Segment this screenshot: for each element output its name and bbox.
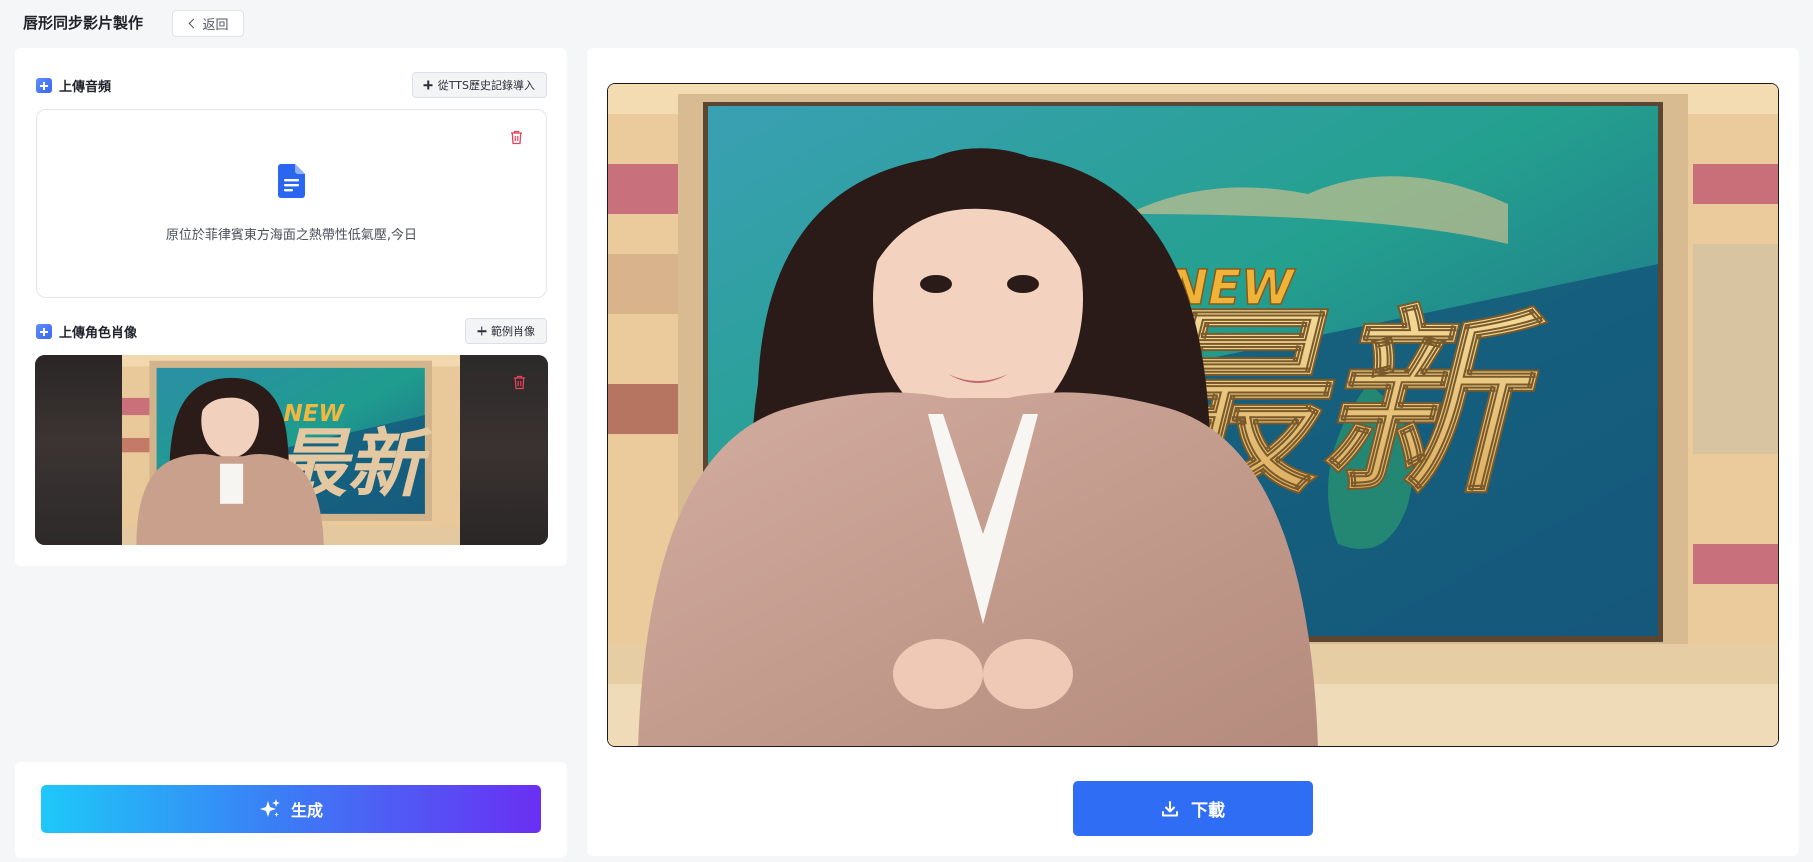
sparkles-icon xyxy=(259,799,280,817)
import-from-tts-button[interactable]: 從TTS歷史記錄導入 xyxy=(411,72,547,98)
download-button-label: 下載 xyxy=(1191,801,1225,821)
plus-icon xyxy=(477,327,486,336)
portrait-blur-right xyxy=(460,355,548,545)
portrait-upload-card[interactable]: NEW 最新 xyxy=(35,355,548,545)
audio-section-header: 上傳音頻 從TTS歷史記錄導入 xyxy=(36,72,547,98)
sample-portrait-label: 範例肖像 xyxy=(491,325,535,338)
portrait-thumbnail: NEW 最新 xyxy=(122,355,460,545)
generate-panel: 生成 xyxy=(15,762,567,858)
sample-portrait-button[interactable]: 範例肖像 xyxy=(465,318,547,344)
download-icon xyxy=(1162,800,1178,816)
generate-button-label: 生成 xyxy=(290,801,323,820)
delete-portrait-icon[interactable] xyxy=(513,375,526,390)
chevron-left-icon xyxy=(189,18,199,29)
back-button[interactable]: 返回 xyxy=(172,10,244,37)
audio-upload-card[interactable]: 原位於菲律賓東方海面之熱帶性低氣壓,今日 xyxy=(36,109,547,298)
delete-audio-icon[interactable] xyxy=(510,130,523,145)
preview-frame: NEW 最新 xyxy=(608,84,1778,746)
video-preview[interactable]: NEW 最新 xyxy=(607,83,1779,747)
top-bar: 唇形同步影片製作 返回 xyxy=(0,0,1813,46)
generate-button[interactable]: 生成 xyxy=(41,785,541,833)
download-button[interactable]: 下載 xyxy=(1073,781,1313,836)
add-square-icon xyxy=(36,324,52,339)
import-from-tts-label: 從TTS歷史記錄導入 xyxy=(437,79,535,92)
portrait-blur-left xyxy=(35,355,122,545)
upload-panel: 上傳音頻 從TTS歷史記錄導入 原位於菲律賓東方海面之熱帶性低氣壓,今日 上傳角… xyxy=(15,48,567,566)
audio-file-text: 原位於菲律賓東方海面之熱帶性低氣壓,今日 xyxy=(165,228,418,243)
portrait-section-header: 上傳角色肖像 範例肖像 xyxy=(36,318,547,344)
document-icon xyxy=(278,164,305,198)
back-button-label: 返回 xyxy=(202,18,229,33)
audio-section-title: 上傳音頻 xyxy=(59,80,112,95)
page-title: 唇形同步影片製作 xyxy=(23,14,144,32)
plus-icon xyxy=(424,81,433,90)
portrait-section-title: 上傳角色肖像 xyxy=(59,326,138,341)
preview-panel: NEW 最新 下載 xyxy=(587,48,1799,856)
add-square-icon xyxy=(36,78,52,93)
